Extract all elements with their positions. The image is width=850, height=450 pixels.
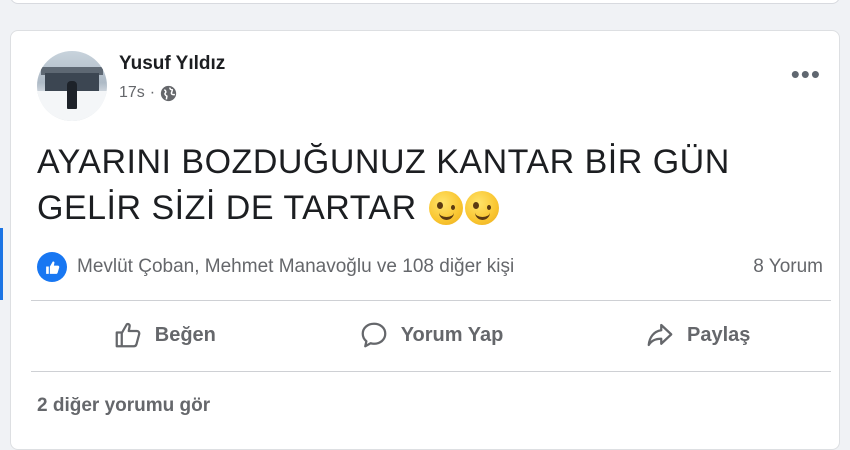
post-action-bar: Beğen Yorum Yap Paylaş — [31, 303, 831, 367]
post-text-line-1: AYARINI BOZDUĞUNUZ KANTAR BİR GÜN — [37, 143, 730, 181]
share-arrow-icon — [647, 323, 673, 347]
post-timestamp[interactable]: 17s — [119, 84, 145, 102]
view-more-comments-link[interactable]: 2 diğer yorumu gör — [37, 395, 210, 417]
speech-bubble-icon — [361, 322, 387, 348]
winking-face-icon — [428, 191, 463, 225]
like-reaction-icon — [37, 252, 67, 282]
comment-button[interactable]: Yorum Yap — [298, 320, 565, 350]
divider-bottom — [31, 371, 831, 372]
reactions-summary-row: Mevlüt Çoban, Mehmet Manavoğlu ve 108 di… — [37, 249, 833, 285]
comment-button-label: Yorum Yap — [400, 323, 504, 346]
post-meta: 17s · — [119, 84, 177, 102]
focus-accent-bar — [0, 228, 3, 300]
reactors[interactable]: Mevlüt Çoban, Mehmet Manavoğlu ve 108 di… — [37, 252, 514, 282]
post-card: Yusuf Yıldız 17s · ••• AYARINI BOZDUĞUNU… — [10, 30, 840, 450]
post-author-name[interactable]: Yusuf Yıldız — [119, 53, 225, 75]
post-text-line-2: GELİR SİZİ DE TARTAR — [37, 185, 817, 231]
thumbs-up-icon — [115, 322, 141, 348]
post-options-button[interactable]: ••• — [791, 61, 821, 87]
globe-icon[interactable] — [160, 85, 177, 102]
like-button[interactable]: Beğen — [31, 320, 298, 350]
previous-post-card-edge — [10, 0, 840, 4]
avatar-photo-person — [67, 81, 77, 109]
winking-face-icon — [464, 191, 499, 225]
reactors-summary-text[interactable]: Mevlüt Çoban, Mehmet Manavoğlu ve 108 di… — [77, 256, 514, 278]
like-button-label: Beğen — [154, 323, 216, 346]
comment-count[interactable]: 8 Yorum — [753, 256, 823, 278]
share-button[interactable]: Paylaş — [564, 320, 831, 350]
avatar[interactable] — [37, 51, 107, 121]
post-text: AYARINI BOZDUĞUNUZ KANTAR BİR GÜN GELİR … — [37, 139, 817, 231]
share-button-label: Paylaş — [686, 323, 751, 346]
post-text-line-2-content: GELİR SİZİ DE TARTAR — [37, 189, 417, 227]
meta-separator: · — [149, 84, 156, 101]
divider-top — [31, 300, 831, 301]
